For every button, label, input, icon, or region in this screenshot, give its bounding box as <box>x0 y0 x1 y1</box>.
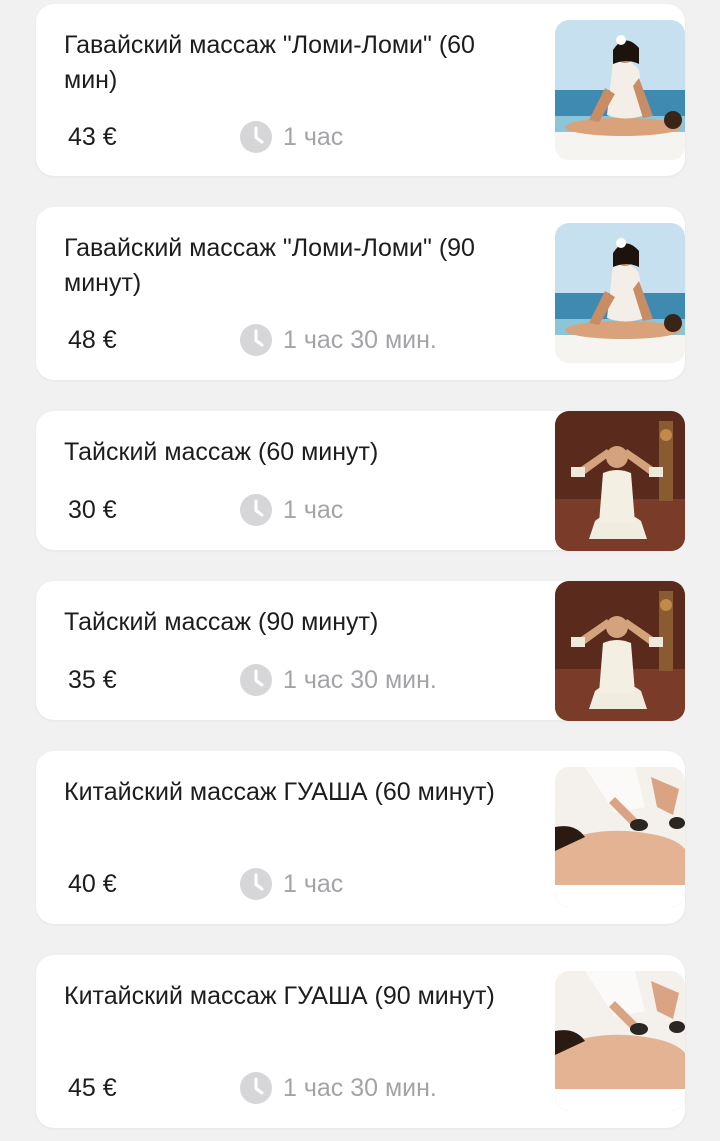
service-title: Тайский массаж (60 минут) <box>64 438 379 466</box>
service-card[interactable]: Китайский массаж ГУАША (60 минут) 40 € 1… <box>36 751 685 924</box>
clock-icon <box>240 664 272 696</box>
guasha-massage-photo <box>555 971 685 1111</box>
service-duration-label: 1 час <box>283 123 344 151</box>
service-title: Гавайский массаж "Ломи-Ломи" (60 мин) <box>64 31 475 94</box>
service-price: 40 € <box>68 870 117 898</box>
service-card[interactable]: Тайский массаж (90 минут) 35 € 1 час 30 … <box>36 581 685 721</box>
service-title: Гавайский массаж "Ломи-Ломи" (90 минут) <box>64 234 475 297</box>
service-duration-label: 1 час 30 мин. <box>283 326 437 354</box>
service-price: 45 € <box>68 1074 117 1102</box>
guasha-massage-photo <box>555 767 685 907</box>
service-card[interactable]: Китайский массаж ГУАША (90 минут) 45 € 1… <box>36 955 685 1128</box>
service-title: Китайский массаж ГУАША (60 минут) <box>64 778 495 806</box>
service-list: Гавайский массаж "Ломи-Ломи" (60 мин) 43… <box>0 0 720 1141</box>
service-card[interactable]: Гавайский массаж "Ломи-Ломи" (90 минут) … <box>36 207 685 380</box>
lomi-lomi-massage-photo <box>555 20 685 160</box>
service-price: 48 € <box>68 326 117 354</box>
service-duration: 1 час 30 мин. <box>240 664 437 696</box>
service-price: 43 € <box>68 123 117 151</box>
service-duration: 1 час 30 мин. <box>240 324 437 356</box>
service-title: Китайский массаж ГУАША (90 минут) <box>64 982 495 1010</box>
service-duration-label: 1 час <box>283 496 344 524</box>
service-title: Тайский массаж (90 минут) <box>64 608 379 636</box>
service-duration: 1 час <box>240 868 343 900</box>
lomi-lomi-massage-photo <box>555 223 685 363</box>
service-price: 35 € <box>68 666 117 694</box>
service-card[interactable]: Гавайский массаж "Ломи-Ломи" (60 мин) 43… <box>36 4 685 176</box>
service-duration: 1 час <box>240 121 343 153</box>
service-duration: 1 час <box>240 494 343 526</box>
thai-massage-photo <box>555 411 685 551</box>
clock-icon <box>240 121 272 153</box>
service-duration: 1 час 30 мин. <box>240 1072 437 1104</box>
service-duration-label: 1 час <box>283 870 344 898</box>
service-duration-label: 1 час 30 мин. <box>283 1074 437 1102</box>
service-duration-label: 1 час 30 мин. <box>283 666 437 694</box>
clock-icon <box>240 1072 272 1104</box>
clock-icon <box>240 868 272 900</box>
service-card[interactable]: Тайский массаж (60 минут) 30 € 1 час <box>36 411 685 551</box>
clock-icon <box>240 324 272 356</box>
thai-massage-photo <box>555 581 685 721</box>
clock-icon <box>240 494 272 526</box>
service-price: 30 € <box>68 496 117 524</box>
